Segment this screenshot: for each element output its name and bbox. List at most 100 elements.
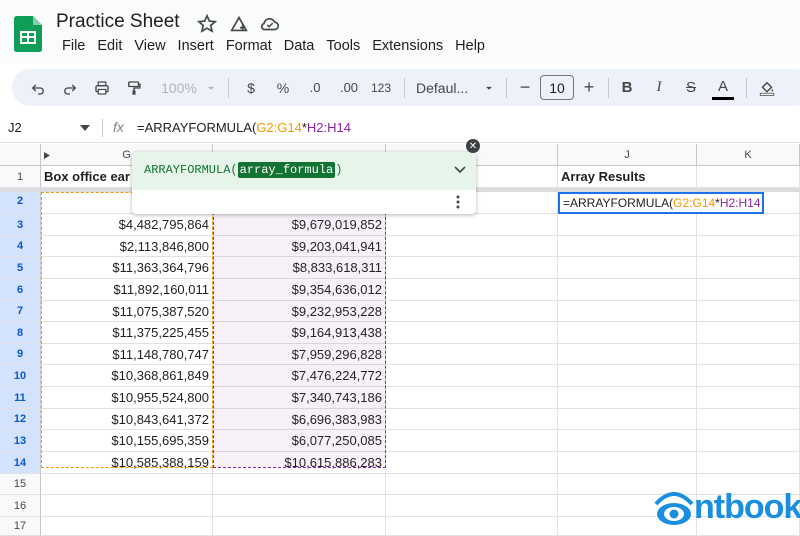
menu-extensions[interactable]: Extensions [366,38,449,54]
number-format-button[interactable]: 123 [368,69,394,106]
value-cell-g[interactable]: $11,363,364,796 [41,257,213,279]
increase-decimal-button[interactable]: .00 [334,69,364,106]
row-header[interactable]: 5 [0,257,41,279]
menu-edit[interactable]: Edit [91,38,128,54]
value-cell-h[interactable]: $9,203,041,941 [213,236,386,257]
grid-cell[interactable] [386,409,558,430]
grid-cell[interactable] [386,517,558,536]
value-cell-g[interactable]: $10,368,861,849 [41,365,213,387]
row-header[interactable]: 4 [0,236,41,257]
grid-cell[interactable] [697,214,800,236]
value-cell-g[interactable]: $11,375,225,455 [41,322,213,344]
value-cell-h[interactable]: $6,077,250,085 [213,430,386,452]
column-header-j[interactable]: J [558,144,697,166]
name-box-chevron-icon[interactable] [80,124,90,132]
row-header[interactable]: 3 [0,214,41,236]
row-header[interactable]: 14 [0,452,41,474]
grid-cell[interactable] [386,257,558,279]
menu-data[interactable]: Data [278,38,321,54]
grid-cell[interactable] [41,474,213,495]
move-to-folder-icon[interactable] [228,13,250,35]
grid-cell[interactable] [697,409,800,430]
close-icon[interactable]: ✕ [466,139,480,153]
value-cell-g[interactable]: $10,585,388,159 [41,452,213,474]
menu-view[interactable]: View [128,38,171,54]
grid-cell[interactable] [386,301,558,322]
value-cell-h[interactable]: $6,696,383,983 [213,409,386,430]
value-cell-h[interactable]: $8,833,618,311 [213,257,386,279]
font-size-input[interactable]: 10 [540,75,574,100]
currency-button[interactable]: $ [240,69,262,106]
grid-cell[interactable] [697,452,800,474]
font-size-increase-button[interactable]: + [580,69,598,106]
expand-chevron-icon[interactable] [454,166,466,174]
value-cell-h[interactable]: $7,340,743,186 [213,387,386,409]
formula-input[interactable]: =ARRAYFORMULA(G2:G14*H2:H14 [137,120,351,135]
value-cell-h[interactable]: $9,354,636,012 [213,279,386,301]
star-icon[interactable] [196,13,218,35]
font-size-decrease-button[interactable]: − [516,69,534,106]
row-header[interactable]: 16 [0,495,41,517]
grid-cell[interactable] [558,322,697,344]
value-cell-h[interactable]: $9,164,913,438 [213,322,386,344]
grid-cell[interactable] [386,365,558,387]
grid-cell[interactable] [558,387,697,409]
grid-cell[interactable] [697,166,800,188]
row-header[interactable]: 6 [0,279,41,301]
grid-cell[interactable] [558,236,697,257]
print-button[interactable] [90,69,114,106]
menu-file[interactable]: File [56,38,91,54]
grid-cell[interactable] [386,495,558,517]
value-cell-h[interactable]: $7,476,224,772 [213,365,386,387]
grid-cell[interactable] [386,279,558,301]
value-cell-g[interactable]: $11,075,387,520 [41,301,213,322]
row-header[interactable]: 11 [0,387,41,409]
grid-cell[interactable] [558,257,697,279]
grid-cell[interactable] [697,365,800,387]
row-header[interactable]: 17 [0,517,41,536]
grid-cell[interactable] [386,236,558,257]
grid-cell[interactable] [386,452,558,474]
grid-cell[interactable] [697,279,800,301]
select-all-corner[interactable] [0,144,41,166]
grid-cell[interactable] [213,474,386,495]
percent-button[interactable]: % [272,69,294,106]
grid-cell[interactable] [558,452,697,474]
value-cell-g[interactable]: $11,148,780,747 [41,344,213,365]
grid-cell[interactable] [386,322,558,344]
row-header[interactable]: 10 [0,365,41,387]
decrease-decimal-button[interactable]: .0 [302,69,328,106]
value-cell-g[interactable]: $10,155,695,359 [41,430,213,452]
row-header[interactable]: 15 [0,474,41,495]
value-cell-g[interactable]: $11,892,160,011 [41,279,213,301]
grid-cell[interactable] [697,301,800,322]
grid-cell[interactable] [558,430,697,452]
fill-color-button[interactable] [756,69,778,106]
strikethrough-button[interactable]: S [680,69,702,106]
row-header[interactable]: 9 [0,344,41,365]
menu-tools[interactable]: Tools [320,38,366,54]
grid-cell[interactable] [697,322,800,344]
header-cell-j[interactable]: Array Results [558,166,697,188]
sheets-logo-icon[interactable] [14,16,42,52]
row-header[interactable]: 1 [0,166,41,188]
grid-cell[interactable] [697,236,800,257]
grid-cell[interactable] [386,344,558,365]
text-color-button[interactable]: A [712,75,734,100]
row-header[interactable]: 7 [0,301,41,322]
grid-cell[interactable] [213,517,386,536]
grid-cell[interactable] [558,279,697,301]
menu-help[interactable]: Help [449,38,491,54]
grid-cell[interactable] [697,257,800,279]
menu-insert[interactable]: Insert [172,38,220,54]
grid-cell[interactable] [697,344,800,365]
paint-format-button[interactable] [122,69,146,106]
grid-cell[interactable] [213,495,386,517]
value-cell-g[interactable]: $2,113,846,800 [41,236,213,257]
redo-button[interactable] [58,69,82,106]
row-header[interactable]: 8 [0,322,41,344]
italic-button[interactable]: I [648,69,670,106]
value-cell-g[interactable]: $10,843,641,372 [41,409,213,430]
grid-cell[interactable] [41,495,213,517]
column-header-k[interactable]: K [697,144,800,166]
